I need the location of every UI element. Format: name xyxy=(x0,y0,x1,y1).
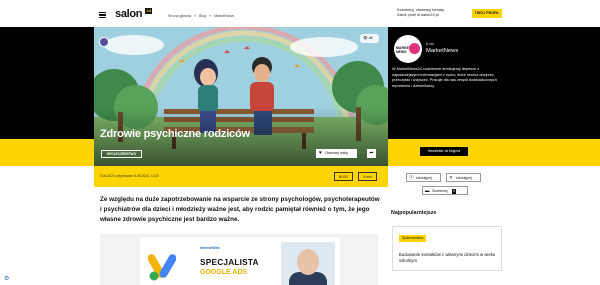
x-icon: ✕ xyxy=(449,175,453,180)
views-counter: 👁 48 xyxy=(360,34,379,43)
popular-heading: Najpopularniejsze xyxy=(391,210,437,216)
comment-button[interactable]: ▬ Skomentuj 0 xyxy=(422,186,468,195)
accent-strip-left xyxy=(0,139,94,166)
profile-promo: Komentuj, obserwuj tematy. Załóż profil … xyxy=(397,7,477,17)
author-description: W MarketNews24 codziennie armitujemy dep… xyxy=(392,67,497,88)
article-lead: Ze względu na duże zapotrzebowanie na ws… xyxy=(100,196,380,223)
site-logo-badge: 24 xyxy=(145,8,153,14)
popular-card-title[interactable]: Budowanie kontaktów z własnymi dziećmi w… xyxy=(399,252,497,264)
author-meta: 8 min xyxy=(426,42,435,46)
heart-icon: ♥ xyxy=(319,150,322,156)
facebook-share-button[interactable]: ⓕ Udostępnij xyxy=(406,173,441,182)
x-share-button[interactable]: ✕ Udostępnij xyxy=(446,173,481,182)
site-header: salon 24 Strona główna » Blog » MarketNe… xyxy=(0,0,600,27)
your-profile-button[interactable]: TWÓJ PROFIL xyxy=(472,9,502,18)
eye-icon: 👁 xyxy=(363,36,368,40)
breadcrumb-separator: » xyxy=(193,14,196,18)
follow-post-label: Obserwuj notkę xyxy=(325,151,348,155)
x-share-label: Udostępnij xyxy=(456,176,472,180)
ad-banner[interactable]: InternetWeb SPECJALISTA GOOGLE ADS xyxy=(100,234,378,285)
promo-line-2[interactable]: Załóż profil w salon24.pl xyxy=(397,12,477,17)
ad-person-photo xyxy=(281,242,335,285)
read-time-chip: 8 min xyxy=(358,172,377,181)
author-logo-mark xyxy=(409,43,420,54)
breadcrumb-author[interactable]: MarketNews xyxy=(214,14,234,18)
settings-gear-icon[interactable]: ⚙ xyxy=(4,275,9,282)
ad-subheadline: GOOGLE ADS xyxy=(200,269,248,276)
site-logo[interactable]: salon xyxy=(115,8,143,20)
google-ads-logo-icon xyxy=(148,254,176,281)
menu-icon[interactable] xyxy=(99,12,106,19)
ad-brand: InternetWeb xyxy=(200,246,220,250)
comment-label: Skomentuj xyxy=(432,189,448,193)
comment-icon: ▬ xyxy=(425,188,430,193)
views-count: 48 xyxy=(368,36,373,40)
author-logo[interactable]: MARKET NEWS xyxy=(394,35,422,63)
breadcrumb-blog[interactable]: Blog xyxy=(199,14,206,18)
share-icon[interactable]: ➦ xyxy=(367,149,376,158)
popular-card[interactable]: Społeczeństwo Budowanie kontaktów z włas… xyxy=(392,226,502,271)
blog-chip[interactable]: BLOG xyxy=(334,172,353,181)
breadcrumb-home[interactable]: Strona główna xyxy=(168,14,191,18)
breadcrumb-separator: » xyxy=(209,14,212,18)
author-avatar[interactable] xyxy=(99,37,109,47)
newsletter-button[interactable]: Newsletter od blogera xyxy=(420,147,468,156)
facebook-icon: ⓕ xyxy=(409,175,414,180)
ad-card[interactable]: InternetWeb SPECJALISTA GOOGLE ADS xyxy=(140,237,340,285)
popular-card-category[interactable]: Społeczeństwo xyxy=(399,235,427,242)
author-name[interactable]: MarketNews xyxy=(426,48,458,54)
breadcrumb: Strona główna » Blog » MarketNews xyxy=(168,14,236,18)
facebook-share-label: Udostępnij xyxy=(416,176,432,180)
category-badge[interactable]: SPOŁECZEŃSTWO xyxy=(101,150,143,158)
hero-image: 👁 48 Zdrowie psychiczne rodziców SPOŁECZ… xyxy=(94,27,388,166)
publish-date: 6.06.2024, edytowane: 6.06.2024, 12:20 xyxy=(100,174,160,178)
comment-count: 0 xyxy=(451,189,457,194)
follow-post-button[interactable]: ♥ Obserwuj notkę xyxy=(316,149,357,158)
ad-headline: SPECJALISTA xyxy=(200,257,259,267)
article-title: Zdrowie psychiczne rodziców xyxy=(100,128,250,140)
